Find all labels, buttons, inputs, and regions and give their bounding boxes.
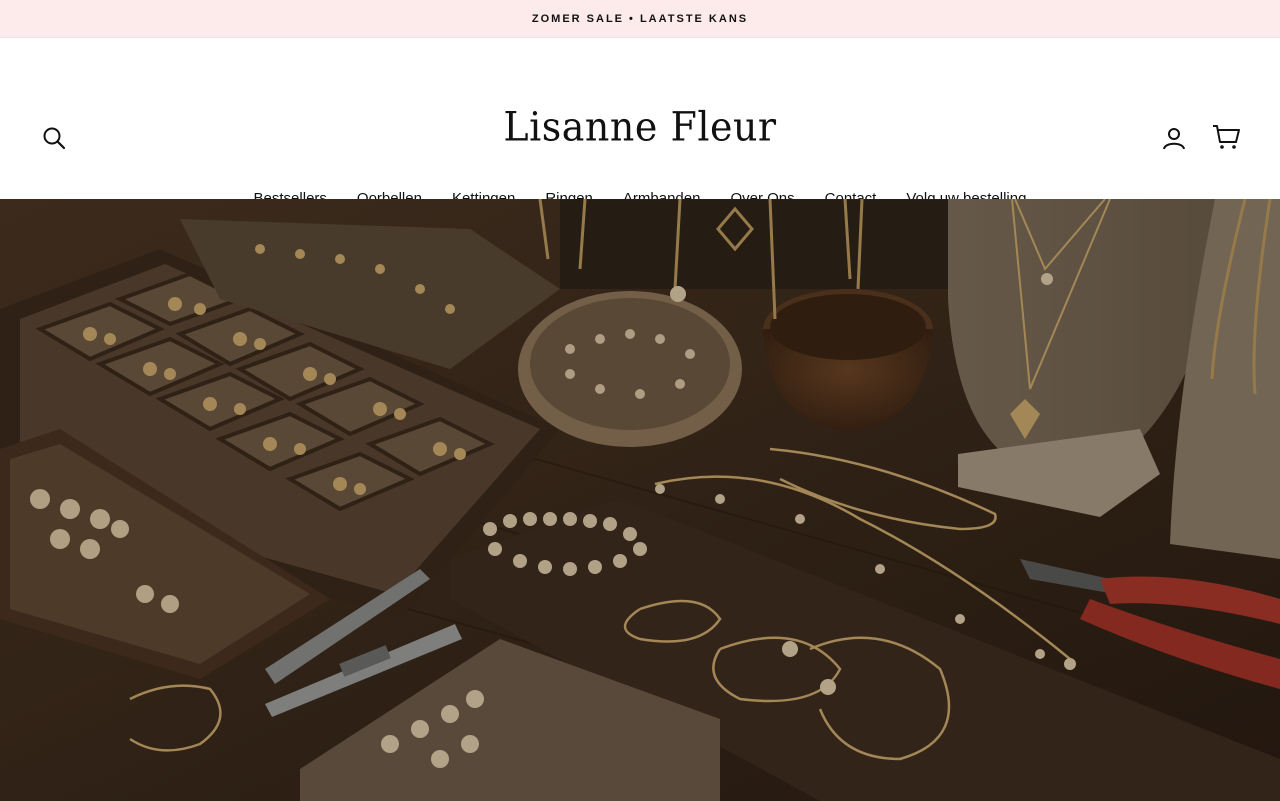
hero-image: [0, 199, 1280, 801]
user-icon: [1163, 128, 1185, 150]
cart-button[interactable]: [1211, 122, 1241, 152]
site-header: Lisanne Fleur Bestsellers Oorbellen Kett…: [0, 38, 1280, 207]
site-logo[interactable]: Lisanne Fleur: [0, 103, 1280, 151]
announcement-text: ZOMER SALE • LAATSTE KANS: [531, 12, 749, 25]
logo-text: Lisanne Fleur: [503, 103, 777, 151]
cart-icon: [1213, 125, 1240, 149]
hero-banner[interactable]: [0, 199, 1280, 801]
announcement-bar: ZOMER SALE • LAATSTE KANS: [0, 0, 1280, 38]
account-button[interactable]: [1160, 124, 1188, 152]
